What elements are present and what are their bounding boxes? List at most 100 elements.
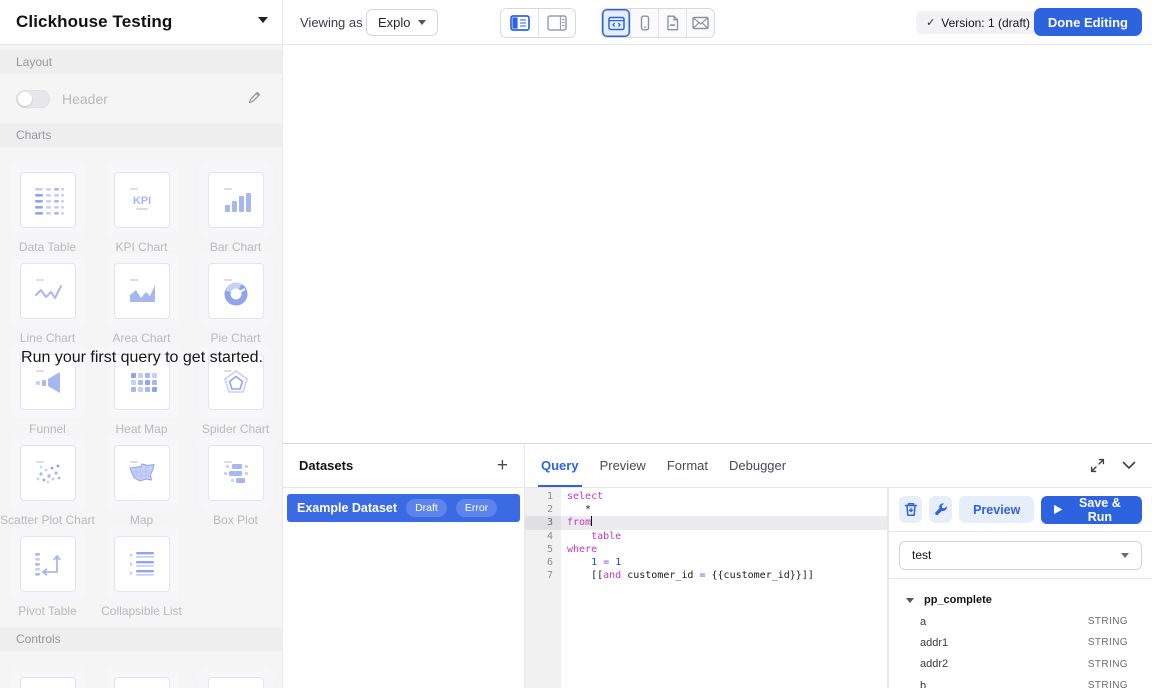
sql-editor[interactable]: 1select2 *3from4 table5where6 1 = 17 [[a… (525, 488, 888, 688)
title-dropdown-caret-icon[interactable] (258, 17, 268, 23)
scatter-plot-icon (28, 453, 68, 493)
bar-chart-icon (216, 180, 256, 220)
chart-tile-label: KPI Chart (115, 240, 167, 254)
chart-tile-line-chart[interactable]: Line Chart (1, 254, 95, 345)
tab-format[interactable]: Format (667, 444, 708, 487)
schema-columns: aSTRINGaddr1STRINGaddr2STRINGbSTRING (906, 611, 1128, 688)
chart-tile-scatter-plot-chart[interactable]: Scatter Plot Chart (1, 436, 95, 527)
column-name: a (920, 616, 926, 628)
section-charts: Charts (0, 123, 282, 147)
datasource-select[interactable]: test (899, 541, 1142, 570)
mobile-mode-button[interactable] (630, 9, 658, 37)
tab-query[interactable]: Query (541, 444, 579, 487)
column-name: b (920, 680, 926, 688)
control-tile[interactable] (1, 668, 95, 688)
header-toggle-row: Header (0, 75, 282, 123)
chart-tile-label: Heat Map (115, 422, 167, 436)
save-and-run-label: Save & Run (1071, 496, 1129, 524)
panel-left-toggle-button[interactable] (501, 9, 538, 37)
header-toggle-switch[interactable] (16, 90, 50, 108)
delete-dataset-button[interactable] (899, 496, 922, 523)
code-line-5: 5where (525, 543, 887, 556)
query-right-panel: Preview Save & Run test pp_complet (888, 488, 1152, 688)
chart-tile-label: Spider Chart (202, 422, 269, 436)
pie-chart-icon (216, 271, 256, 311)
dashboard-title-area[interactable]: Clickhouse Testing (0, 0, 283, 44)
check-icon: ✓ (926, 16, 935, 29)
chart-tile-label: Map (130, 513, 153, 527)
schema-column-b: b STRING (906, 675, 1128, 688)
collapse-chevron-icon[interactable] (1122, 461, 1136, 470)
viewing-as-select[interactable]: Explo (366, 9, 438, 36)
chart-tile-bar-chart[interactable]: Bar Chart (189, 163, 283, 254)
app-header: Clickhouse Testing Viewing as Explo ✓ Ve… (0, 0, 1152, 45)
chart-tile-label: Scatter Plot Chart (0, 513, 95, 527)
chart-tile-label: Pie Chart (210, 331, 260, 345)
charts-grid: Data Table KPI KPI Chart Bar Chart Line Char… (0, 163, 283, 618)
add-dataset-button[interactable]: + (497, 456, 508, 475)
panel-right-toggle-button[interactable] (538, 9, 575, 37)
chart-tile-label: Box Plot (213, 513, 258, 527)
browser-embed-mode-button[interactable] (602, 9, 630, 37)
tab-debugger[interactable]: Debugger (729, 444, 786, 487)
version-badge[interactable]: ✓ Version: 1 (draft) (916, 11, 1040, 34)
chart-tile-collapsible-list[interactable]: Collapsible List (95, 527, 189, 618)
line-number: 7 (525, 569, 561, 582)
datasets-list: Example DatasetDraftError (283, 488, 524, 522)
done-editing-button[interactable]: Done Editing (1034, 8, 1142, 36)
element-sidebar: Layout Header Charts Data TableKPIKPI Ch… (0, 45, 283, 688)
query-panel: Query Preview Format Debugger 1select2 *3fr… (525, 444, 1152, 688)
chart-tile-data-table[interactable]: Data Table (1, 163, 95, 254)
datasource-value: test (912, 548, 931, 562)
code-line-1: 1select (525, 490, 887, 503)
chart-tile-label: Funnel (29, 422, 66, 436)
chart-tile-map[interactable]: Map (95, 436, 189, 527)
chart-tile-pie-chart[interactable]: Pie Chart (189, 254, 283, 345)
column-type: STRING (1088, 680, 1128, 688)
save-and-run-button[interactable]: Save & Run (1041, 496, 1142, 524)
schema-table-header[interactable]: pp_complete (906, 589, 1128, 611)
control-tile[interactable] (189, 668, 283, 688)
line-chart-icon (28, 271, 68, 311)
kpi-chart-icon: KPI (122, 180, 162, 220)
funnel-icon (28, 362, 68, 402)
tab-preview[interactable]: Preview (600, 444, 646, 487)
map-icon (122, 453, 162, 493)
layout-toggle-group (500, 8, 576, 38)
control-tile[interactable] (95, 668, 189, 688)
dataset-item[interactable]: Example DatasetDraftError (287, 494, 520, 522)
dataset-name: Example Dataset (297, 501, 397, 515)
spider-chart-icon (216, 362, 256, 402)
preview-button[interactable]: Preview (959, 496, 1034, 523)
dashboard-canvas[interactable] (283, 45, 1152, 443)
chart-tile-kpi-chart[interactable]: KPI KPI Chart (95, 163, 189, 254)
pdf-mode-button[interactable] (658, 9, 686, 37)
tabs: Query Preview Format Debugger (541, 444, 807, 487)
schema-column-addr2: addr2STRING (906, 654, 1128, 675)
expand-panel-icon[interactable] (1090, 458, 1105, 473)
chevron-down-icon (1121, 553, 1129, 558)
query-settings-wrench-button[interactable] (929, 496, 952, 523)
datasets-header: Datasets + (283, 444, 524, 488)
code-line-6: 6 1 = 1 (525, 556, 887, 569)
schema-table-name: pp_complete (924, 594, 992, 606)
chart-tile-area-chart[interactable]: Area Chart (95, 254, 189, 345)
schema-browser: pp_complete aSTRINGaddr1STRINGaddr2STRIN… (889, 579, 1152, 688)
chart-tile-pivot-table[interactable]: Pivot Table (1, 527, 95, 618)
header-toggle-label: Header (62, 91, 108, 107)
chart-tile-label: Bar Chart (210, 240, 261, 254)
dataset-badge-draft: Draft (406, 499, 447, 517)
code-line-7: 7 [[and customer_id = {{customer_id}}]] (525, 569, 887, 582)
email-mode-button[interactable] (686, 9, 714, 37)
line-number: 5 (525, 543, 561, 556)
viewing-as-value: Explo (378, 15, 411, 30)
chart-tile-box-plot[interactable]: Box Plot (189, 436, 283, 527)
line-number: 4 (525, 530, 561, 543)
chart-tile-label: Pivot Table (18, 604, 76, 618)
area-chart-icon (122, 271, 162, 311)
chart-tile-label: Line Chart (20, 331, 75, 345)
edit-pencil-icon[interactable] (247, 90, 262, 110)
caret-down-icon (906, 598, 914, 603)
datasets-panel: Datasets + Example DatasetDraftError (283, 444, 525, 688)
collapsible-list-icon (122, 544, 162, 584)
